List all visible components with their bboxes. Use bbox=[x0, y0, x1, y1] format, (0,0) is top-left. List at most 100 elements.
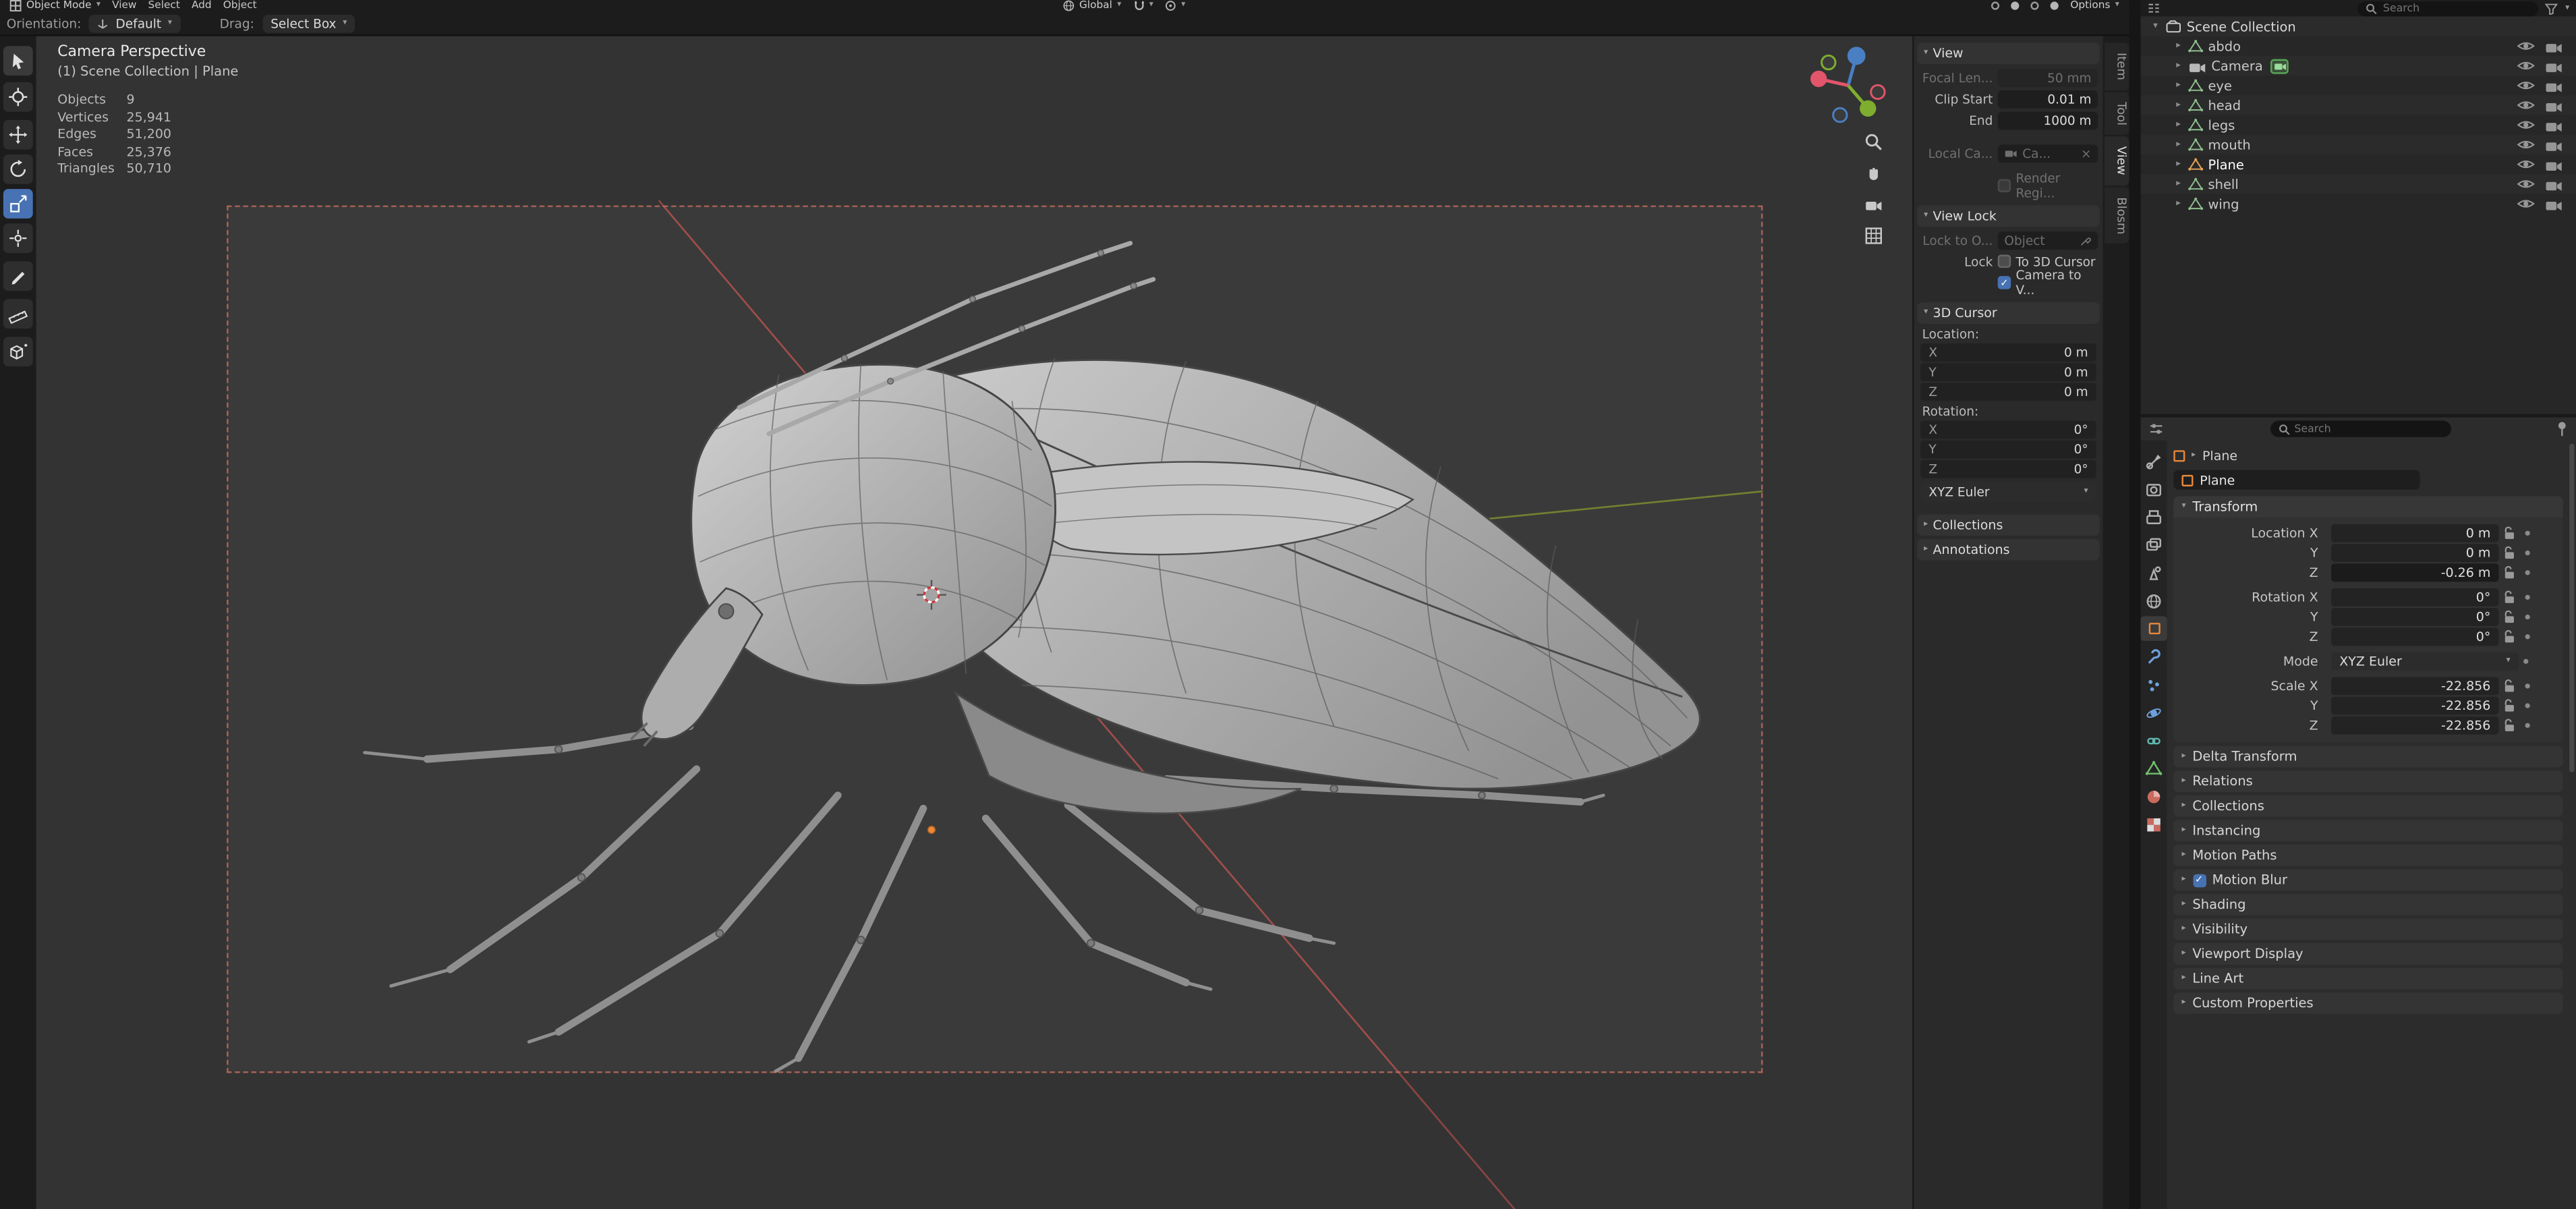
disclosure-icon[interactable]: ▸ bbox=[2173, 140, 2183, 150]
panel-viewport-display[interactable]: ▸ Viewport Display bbox=[2173, 943, 2563, 965]
gizmo-neg-y-axis[interactable] bbox=[1821, 54, 1837, 71]
disclosure-icon[interactable]: ▸ bbox=[2173, 61, 2183, 71]
measure-tool-button[interactable] bbox=[3, 299, 33, 329]
animate-dot[interactable] bbox=[2519, 658, 2534, 664]
disable-render-icon[interactable] bbox=[2545, 38, 2563, 53]
mode-dropdown[interactable]: Object Mode ▾ bbox=[9, 0, 101, 12]
properties-editor-icon[interactable] bbox=[2149, 422, 2164, 435]
outliner-search[interactable] bbox=[2358, 1, 2540, 16]
shading-wireframe-icon[interactable] bbox=[1991, 1, 2000, 10]
outliner-row-legs[interactable]: ▸ legs bbox=[2141, 115, 2576, 134]
cursor-section-header[interactable]: ▾ 3D Cursor bbox=[1917, 302, 2100, 324]
lock-button[interactable] bbox=[2499, 629, 2521, 644]
tab-world[interactable] bbox=[2141, 588, 2167, 613]
tab-object-data[interactable] bbox=[2141, 756, 2167, 781]
select-box-tool-button[interactable] bbox=[3, 46, 33, 76]
outliner-row-camera[interactable]: ▸ Camera bbox=[2140, 55, 2576, 76]
gizmo-z-axis[interactable] bbox=[1847, 47, 1866, 65]
tab-item[interactable]: Item bbox=[2105, 43, 2129, 90]
hide-eye-icon[interactable] bbox=[2517, 158, 2535, 171]
options-dropdown[interactable]: Options ▾ bbox=[2070, 0, 2119, 11]
menu-select[interactable]: Select bbox=[148, 0, 180, 11]
object-name-field[interactable]: Plane bbox=[2173, 470, 2420, 490]
location-z-field[interactable]: -0.26 m bbox=[2331, 564, 2499, 582]
panel-delta-transform[interactable]: ▸ Delta Transform bbox=[2173, 746, 2563, 768]
outliner-search-input[interactable] bbox=[2382, 1, 2531, 15]
tab-blosm[interactable]: Blosm bbox=[2105, 187, 2129, 244]
lock-button[interactable] bbox=[2499, 526, 2521, 540]
panel-shading[interactable]: ▸ Shading bbox=[2173, 893, 2563, 916]
annotate-tool-button[interactable] bbox=[3, 261, 33, 291]
view-section-header[interactable]: ▾ View bbox=[1917, 43, 2100, 64]
cursor-location-x-field[interactable]: X 0 m bbox=[1920, 343, 2096, 362]
lock-to-object-field[interactable]: Object bbox=[1997, 231, 2098, 249]
outliner-row-eye[interactable]: ▸ eye bbox=[2141, 76, 2576, 95]
properties-search[interactable] bbox=[2269, 420, 2451, 437]
disable-render-icon[interactable] bbox=[2545, 117, 2563, 132]
shading-solid-icon[interactable] bbox=[2011, 1, 2020, 10]
panel-collections[interactable]: ▸ Collections bbox=[2173, 795, 2563, 817]
rotation-z-field[interactable]: 0° bbox=[2331, 628, 2499, 646]
hide-eye-icon[interactable] bbox=[2517, 118, 2535, 131]
panel-custom-properties[interactable]: ▸ Custom Properties bbox=[2173, 992, 2563, 1014]
panel-line-art[interactable]: ▸ Line Art bbox=[2173, 967, 2563, 990]
tab-scene[interactable] bbox=[2141, 561, 2167, 586]
tab-particles[interactable] bbox=[2141, 672, 2167, 697]
menu-view[interactable]: View bbox=[112, 0, 136, 11]
lock-button[interactable] bbox=[2499, 546, 2521, 561]
filter-icon[interactable] bbox=[2545, 3, 2559, 14]
cursor-rotation-y-field[interactable]: Y 0° bbox=[1920, 440, 2096, 459]
animate-dot[interactable] bbox=[2520, 530, 2535, 536]
tab-render[interactable] bbox=[2141, 476, 2167, 501]
tab-tool[interactable]: Tool bbox=[2105, 91, 2129, 136]
properties-scrollbar[interactable] bbox=[2569, 443, 2575, 772]
perspective-toggle-button[interactable] bbox=[1860, 222, 1886, 248]
gizmo-x-axis[interactable] bbox=[1810, 70, 1827, 88]
animate-dot[interactable] bbox=[2520, 550, 2535, 556]
rotate-tool-button[interactable] bbox=[3, 154, 33, 184]
cursor-tool-button[interactable] bbox=[3, 82, 33, 112]
menu-object[interactable]: Object bbox=[223, 0, 257, 11]
scale-y-field[interactable]: -22.856 bbox=[2331, 697, 2499, 714]
tab-output[interactable] bbox=[2141, 505, 2167, 530]
add-cube-tool-button[interactable] bbox=[3, 337, 33, 367]
tab-material[interactable] bbox=[2141, 784, 2167, 809]
properties-search-input[interactable] bbox=[2294, 422, 2442, 436]
gizmo-y-axis[interactable] bbox=[1860, 100, 1877, 117]
motion-blur-checkbox[interactable]: ✓ bbox=[2192, 873, 2206, 887]
eyedropper-icon[interactable] bbox=[2080, 234, 2091, 246]
location-x-field[interactable]: 0 m bbox=[2331, 524, 2499, 542]
shading-rendered-icon[interactable] bbox=[2051, 1, 2059, 10]
move-tool-button[interactable] bbox=[3, 119, 33, 150]
hide-eye-icon[interactable] bbox=[2517, 59, 2535, 72]
animate-dot[interactable] bbox=[2520, 594, 2535, 600]
scale-x-field[interactable]: -22.856 bbox=[2331, 677, 2499, 695]
animate-dot[interactable] bbox=[2520, 683, 2535, 689]
cursor-rotation-z-field[interactable]: Z 0° bbox=[1920, 459, 2096, 478]
shading-material-icon[interactable] bbox=[2030, 1, 2040, 10]
disclosure-icon[interactable]: ▾ bbox=[2150, 22, 2160, 32]
hide-eye-icon[interactable] bbox=[2517, 79, 2535, 92]
disable-render-icon[interactable] bbox=[2545, 196, 2563, 211]
panel-motion-paths[interactable]: ▸ Motion Paths bbox=[2173, 844, 2563, 866]
orientation-dropdown[interactable]: Global ▾ bbox=[1063, 0, 1121, 11]
rotation-mode-dropdown[interactable]: XYZ Euler ▾ bbox=[2331, 652, 2519, 671]
render-region-checkbox[interactable] bbox=[1997, 179, 2011, 192]
hide-eye-icon[interactable] bbox=[2517, 177, 2535, 190]
outliner-row-scene-collection[interactable]: ▾ Scene Collection bbox=[2140, 16, 2576, 36]
collections-section-header[interactable]: ▸ Collections bbox=[1917, 514, 2100, 536]
disable-render-icon[interactable] bbox=[2545, 137, 2563, 152]
disclosure-icon[interactable]: ▸ bbox=[2173, 199, 2183, 209]
local-camera-field[interactable]: Ca... × bbox=[1997, 144, 2098, 162]
camera-view-button[interactable] bbox=[1860, 191, 1886, 217]
zoom-button[interactable] bbox=[1860, 128, 1886, 154]
snapping-dropdown[interactable]: ▾ bbox=[1133, 0, 1153, 11]
hide-eye-icon[interactable] bbox=[2517, 138, 2535, 151]
animate-dot[interactable] bbox=[2520, 723, 2535, 728]
tab-object[interactable] bbox=[2140, 616, 2167, 641]
panel-motion-blur[interactable]: ▸ ✓ Motion Blur bbox=[2173, 869, 2563, 891]
tab-texture[interactable] bbox=[2141, 812, 2167, 837]
hide-eye-icon[interactable] bbox=[2517, 197, 2535, 210]
cursor-location-y-field[interactable]: Y 0 m bbox=[1920, 363, 2096, 382]
disable-render-icon[interactable] bbox=[2545, 157, 2563, 172]
